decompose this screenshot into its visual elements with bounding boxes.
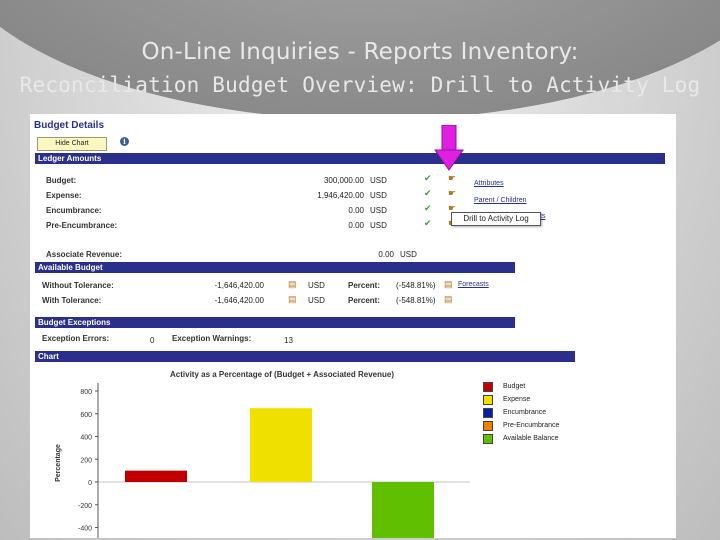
- with-tolerance-currency: USD: [308, 296, 325, 305]
- parent-children-link[interactable]: Parent / Children: [474, 197, 527, 204]
- pre-encumbrance-value: 0.00: [348, 221, 364, 230]
- expense-value: 1,946,420.00: [317, 191, 364, 200]
- budget-details-title: Budget Details: [34, 120, 105, 131]
- expense-label: Expense:: [46, 191, 82, 200]
- chart-header: Chart: [35, 351, 575, 362]
- legend-label: Pre-Encumbrance: [503, 422, 560, 429]
- budget-exceptions-header: Budget Exceptions: [35, 317, 515, 328]
- without-tolerance-currency: USD: [308, 281, 325, 290]
- y-tick-label: 400: [80, 435, 92, 442]
- forecasts-link[interactable]: Forecasts: [458, 281, 489, 288]
- bar-available-balance: [372, 482, 434, 538]
- slide: On-Line Inquiries - Reports Inventory: R…: [0, 0, 720, 540]
- available-budget-header: Available Budget: [35, 262, 515, 273]
- exception-warnings-value: 13: [284, 336, 293, 345]
- without-tolerance-label: Without Tolerance:: [42, 281, 114, 290]
- with-tolerance-value: -1,646,420.00: [214, 296, 264, 305]
- hide-chart-button[interactable]: Hide Chart: [37, 137, 107, 151]
- report-icon[interactable]: ▤: [444, 279, 453, 290]
- encumbrance-value: 0.00: [348, 206, 364, 215]
- exception-errors-label: Exception Errors:: [42, 334, 110, 343]
- checkmark-icon[interactable]: ✔: [424, 173, 432, 184]
- budget-currency: USD: [370, 176, 387, 185]
- with-tolerance-percent: (-548.81%): [396, 296, 436, 305]
- title-line-1: On-Line Inquiries - Reports Inventory:: [141, 39, 579, 65]
- budget-value: 300,000.00: [323, 176, 364, 185]
- report-icon[interactable]: ▤: [288, 279, 297, 290]
- y-tick-label: 200: [80, 457, 92, 464]
- pre-encumbrance-label: Pre-Encumbrance:: [46, 221, 118, 230]
- legend-label: Budget: [503, 383, 526, 390]
- budget-label: Budget:: [46, 176, 77, 185]
- bar-chart: 800 600 400 200 0 -200 -400 Percentage: [55, 383, 470, 538]
- legend-label: Available Balance: [503, 435, 559, 442]
- y-tick-label: 0: [88, 480, 92, 487]
- legend-label: Expense: [503, 396, 531, 403]
- without-tolerance-value: -1,646,420.00: [214, 281, 264, 290]
- y-tick-label: -200: [78, 503, 92, 510]
- report-icon[interactable]: ▤: [444, 294, 453, 305]
- associate-revenue-value: 0.00: [378, 250, 394, 259]
- report-icon[interactable]: ▤: [288, 294, 297, 305]
- with-tolerance-label: With Tolerance:: [42, 296, 102, 305]
- title-line-2: Reconciliation Budget Overview: Drill to…: [19, 73, 701, 97]
- expense-currency: USD: [370, 191, 387, 200]
- legend-swatch: [483, 408, 493, 418]
- ledger-amounts-header: Ledger Amounts: [35, 153, 665, 164]
- legend-swatch: [483, 382, 493, 392]
- pointer-arrow-icon: [434, 125, 464, 171]
- without-tolerance-percent: (-548.81%): [396, 281, 436, 290]
- encumbrance-currency: USD: [370, 206, 387, 215]
- hand-pointer-icon[interactable]: ☛: [448, 188, 456, 199]
- bar-budget: [125, 470, 187, 482]
- hand-pointer-icon[interactable]: ☛: [448, 173, 456, 184]
- y-tick-label: 600: [80, 412, 92, 419]
- exception-errors-value: 0: [150, 336, 155, 345]
- encumbrance-label: Encumbrance:: [46, 206, 102, 215]
- legend-swatch: [483, 434, 493, 444]
- associate-revenue-currency: USD: [400, 250, 417, 259]
- pre-encumbrance-currency: USD: [370, 221, 387, 230]
- checkmark-icon[interactable]: ✔: [424, 188, 432, 199]
- with-tolerance-percent-label: Percent:: [348, 296, 381, 305]
- associate-revenue-label: Associate Revenue:: [46, 250, 123, 259]
- slide-title: On-Line Inquiries - Reports Inventory: R…: [0, 36, 720, 102]
- screenshot-panel: Budget Details Hide Chart i Ledger Amoun…: [30, 114, 676, 538]
- legend-label: Encumbrance: [503, 409, 547, 416]
- exception-warnings-label: Exception Warnings:: [172, 334, 252, 343]
- attributes-link[interactable]: Attributes: [474, 180, 504, 187]
- drill-to-activity-log-tooltip: Drill to Activity Log: [451, 212, 541, 226]
- checkmark-icon[interactable]: ✔: [424, 203, 432, 214]
- legend-swatch: [483, 395, 493, 405]
- checkmark-icon[interactable]: ✔: [424, 218, 432, 229]
- y-tick-label: 800: [80, 389, 92, 396]
- info-icon[interactable]: i: [120, 137, 129, 146]
- y-axis-label: Percentage: [55, 444, 62, 482]
- without-tolerance-percent-label: Percent:: [348, 281, 381, 290]
- bar-expense: [250, 408, 312, 482]
- y-tick-label: -400: [78, 526, 92, 533]
- legend-swatch: [483, 421, 493, 431]
